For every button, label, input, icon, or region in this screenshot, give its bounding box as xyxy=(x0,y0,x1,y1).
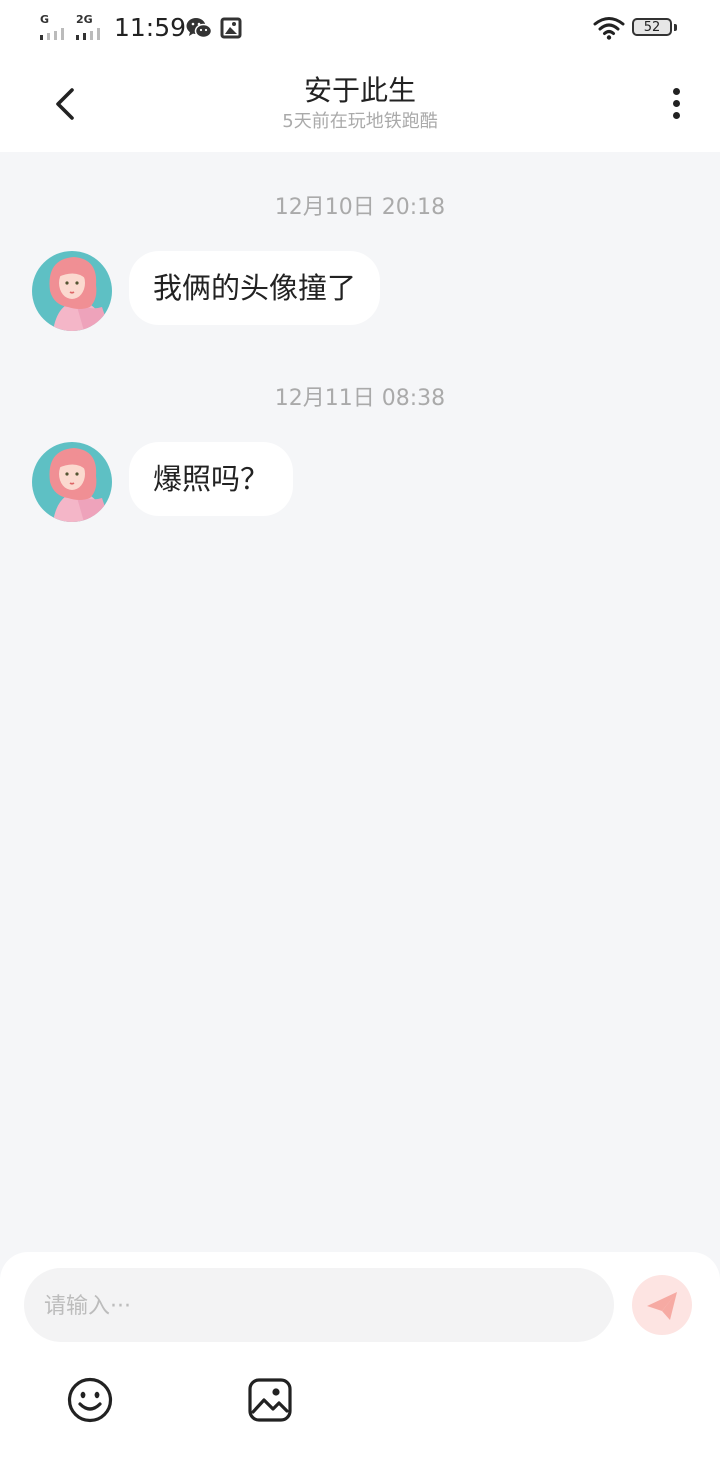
message-timestamp: 12月10日 20:18 xyxy=(274,195,446,220)
chat-header: 安于此生 5天前在玩地铁跑酷 xyxy=(0,56,720,152)
clock: 11:59 xyxy=(114,13,187,42)
image-icon xyxy=(248,1378,292,1422)
message-list[interactable]: 12月10日 20:18 我俩的头像撞了 12月11日 08:38 爆照吗？ xyxy=(0,152,720,1252)
more-options-button[interactable] xyxy=(660,84,692,124)
message-input-box[interactable] xyxy=(24,1268,614,1344)
status-bar: G 2G 11:59 52 xyxy=(0,0,720,56)
battery-level: 52 xyxy=(643,20,661,35)
contact-avatar[interactable] xyxy=(32,442,112,522)
battery-icon: 52 xyxy=(632,18,677,38)
message-input[interactable] xyxy=(42,1268,586,1344)
network-type-sim1: G xyxy=(40,13,50,26)
emoji-button[interactable] xyxy=(66,1376,114,1424)
signal-bars-icon xyxy=(40,28,74,40)
network-type-sim2: 2G xyxy=(76,13,93,26)
message-bubble[interactable]: 爆照吗？ xyxy=(129,442,294,516)
contact-name: 安于此生 xyxy=(303,74,416,107)
wechat-icon xyxy=(186,18,212,39)
composer-panel xyxy=(0,1252,720,1460)
emoji-icon xyxy=(67,1377,113,1423)
photo-icon xyxy=(220,17,242,39)
send-icon xyxy=(647,1292,677,1320)
message-timestamp: 12月11日 08:38 xyxy=(274,386,446,411)
signal-bars-icon xyxy=(76,28,110,40)
image-button[interactable] xyxy=(246,1376,294,1424)
contact-avatar[interactable] xyxy=(32,251,112,331)
send-button[interactable] xyxy=(632,1275,692,1335)
wifi-icon xyxy=(593,17,625,40)
contact-status: 5天前在玩地铁跑酷 xyxy=(282,111,438,132)
message-bubble[interactable]: 我俩的头像撞了 xyxy=(129,251,381,325)
